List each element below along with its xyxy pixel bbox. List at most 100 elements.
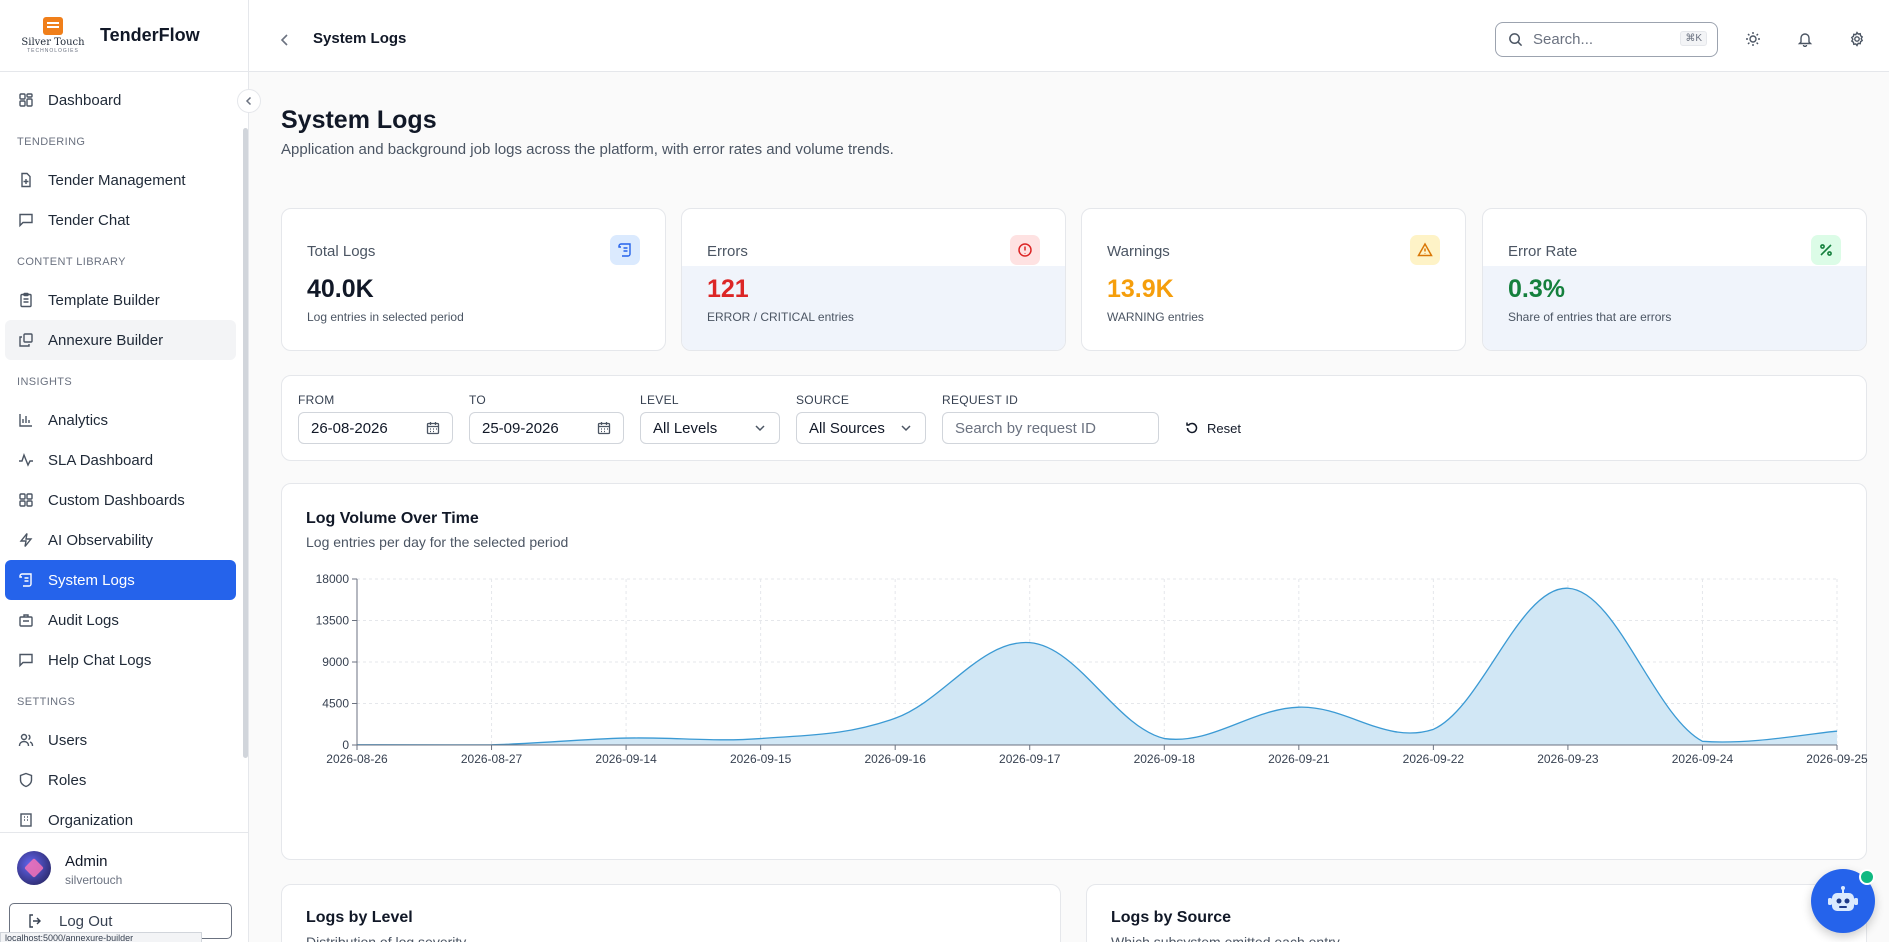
level-select[interactable]: All Levels bbox=[640, 412, 780, 444]
sidebar-item-label: Tender Chat bbox=[48, 211, 130, 229]
stat-label: Errors bbox=[707, 243, 748, 260]
sidebar-item-dashboard[interactable]: Dashboard bbox=[5, 80, 236, 120]
logs-by-level-card: Logs by Level Distribution of log severi… bbox=[281, 884, 1061, 942]
sidebar-item-ai-observability[interactable]: AI Observability bbox=[5, 520, 236, 560]
request-id-input[interactable]: Search by request ID bbox=[942, 412, 1159, 444]
app-name: TenderFlow bbox=[100, 25, 200, 45]
logo-subtext: TECHNOLOGIES bbox=[27, 48, 79, 54]
sidebar-item-system-logs[interactable]: System Logs bbox=[5, 560, 236, 600]
sidebar-item-annexure-builder[interactable]: Annexure Builder bbox=[5, 320, 236, 360]
collapse-sidebar-button[interactable] bbox=[237, 89, 261, 113]
stat-value: 0.3% bbox=[1508, 275, 1565, 303]
briefcase-icon bbox=[19, 614, 33, 627]
stat-card-warnings: Warnings 13.9K WARNING entries bbox=[1081, 208, 1466, 351]
sidebar-item-label: Template Builder bbox=[48, 291, 160, 309]
search-input[interactable]: Search... ⌘K bbox=[1495, 22, 1718, 57]
stat-card-errors: Errors 121 ERROR / CRITICAL entries bbox=[681, 208, 1066, 351]
source-label: SOURCE bbox=[796, 393, 850, 407]
y-tick-label: 9000 bbox=[322, 655, 349, 669]
sidebar-item-analytics[interactable]: Analytics bbox=[5, 400, 236, 440]
bell-icon[interactable] bbox=[1797, 31, 1813, 47]
scroll-icon bbox=[618, 243, 631, 257]
chevron-left-icon[interactable] bbox=[278, 33, 292, 47]
sidebar: Silver Touch TECHNOLOGIES TenderFlow Das… bbox=[0, 0, 249, 942]
logo-mark-icon bbox=[43, 17, 63, 35]
avatar[interactable] bbox=[17, 851, 51, 885]
company-logo: Silver Touch TECHNOLOGIES bbox=[18, 16, 88, 56]
breadcrumb: System Logs bbox=[313, 30, 407, 47]
section-content-library: CONTENT LIBRARY bbox=[17, 256, 126, 268]
sidebar-scrollbar[interactable] bbox=[243, 128, 248, 758]
sidebar-item-label: Audit Logs bbox=[48, 611, 119, 629]
y-tick-label: 4500 bbox=[322, 697, 349, 711]
x-tick-label: 2026-09-23 bbox=[1537, 752, 1599, 766]
sidebar-item-label: Custom Dashboards bbox=[48, 491, 185, 509]
log-volume-chart: 0 4500 9000 13500 18000 2026-08-26 2026-08-27 2… bbox=[316, 572, 1868, 766]
to-date-input[interactable]: 25-09-2026 bbox=[469, 412, 624, 444]
stat-value: 13.9K bbox=[1107, 275, 1174, 303]
from-date-input[interactable]: 26-08-2026 bbox=[298, 412, 453, 444]
sidebar-item-sla-dashboard[interactable]: SLA Dashboard bbox=[5, 440, 236, 480]
sidebar-item-organization[interactable]: Organization bbox=[5, 800, 236, 832]
stat-label: Error Rate bbox=[1508, 243, 1578, 260]
x-tick-label: 2026-09-18 bbox=[1134, 752, 1196, 766]
area-fill bbox=[357, 588, 1837, 745]
search-placeholder: Search... bbox=[1533, 31, 1594, 48]
logout-label: Log Out bbox=[59, 912, 113, 930]
sidebar-item-tender-chat[interactable]: Tender Chat bbox=[5, 200, 236, 240]
stat-value: 40.0K bbox=[307, 275, 374, 303]
brand[interactable]: Silver Touch TECHNOLOGIES TenderFlow bbox=[0, 0, 248, 72]
sidebar-item-help-chat-logs[interactable]: Help Chat Logs bbox=[5, 640, 236, 680]
sidebar-item-label: Help Chat Logs bbox=[48, 651, 152, 669]
topbar: System Logs Search... ⌘K bbox=[249, 0, 1889, 72]
level-label: LEVEL bbox=[640, 393, 679, 407]
stat-description: Log entries in selected period bbox=[307, 310, 464, 324]
file-plus-icon bbox=[21, 172, 31, 188]
chevron-down-icon bbox=[755, 425, 765, 432]
x-tick-label: 2026-08-27 bbox=[461, 752, 523, 766]
user-org: silvertouch bbox=[65, 873, 123, 887]
x-tick-label: 2026-09-14 bbox=[595, 752, 657, 766]
sidebar-item-custom-dashboards[interactable]: Custom Dashboards bbox=[5, 480, 236, 520]
y-tick-label: 18000 bbox=[316, 572, 350, 586]
sidebar-item-roles[interactable]: Roles bbox=[5, 760, 236, 800]
sun-icon[interactable] bbox=[1745, 31, 1761, 47]
log-volume-chart-card: Log Volume Over Time Log entries per day… bbox=[281, 483, 1868, 860]
from-label: FROM bbox=[298, 393, 335, 407]
rotate-ccw-icon bbox=[1186, 422, 1198, 434]
source-select[interactable]: All Sources bbox=[796, 412, 926, 444]
x-tick-label: 2026-09-25 bbox=[1806, 752, 1868, 766]
message-square-icon bbox=[19, 653, 33, 668]
stat-card-error-rate: Error Rate 0.3% Share of entries that ar… bbox=[1482, 208, 1867, 351]
percent-icon bbox=[1820, 244, 1832, 256]
y-tick-label: 0 bbox=[342, 738, 349, 752]
from-date-value: 26-08-2026 bbox=[311, 419, 388, 437]
robot-icon bbox=[1828, 886, 1858, 911]
x-tick-label: 2026-09-17 bbox=[999, 752, 1061, 766]
level-select-value: All Levels bbox=[653, 419, 718, 437]
log-out-icon bbox=[29, 914, 41, 928]
sidebar-item-users[interactable]: Users bbox=[5, 720, 236, 760]
stat-badge bbox=[1410, 235, 1440, 265]
sidebar-item-label: Dashboard bbox=[48, 91, 122, 109]
sidebar-item-template-builder[interactable]: Template Builder bbox=[5, 280, 236, 320]
sidebar-item-label: Tender Management bbox=[48, 171, 186, 189]
gear-icon[interactable] bbox=[1849, 31, 1865, 47]
stat-badge bbox=[1010, 235, 1040, 265]
card-subtitle: Distribution of log severity bbox=[306, 934, 467, 942]
x-tick-label: 2026-09-21 bbox=[1268, 752, 1330, 766]
message-square-icon bbox=[19, 213, 33, 228]
sidebar-nav: Dashboard TENDERING Tender Management Te… bbox=[0, 72, 241, 832]
activity-icon bbox=[19, 452, 33, 467]
alert-triangle-icon bbox=[1417, 242, 1433, 257]
chevron-down-icon bbox=[901, 425, 911, 432]
chat-assistant-button[interactable] bbox=[1811, 869, 1875, 933]
sidebar-item-audit-logs[interactable]: Audit Logs bbox=[5, 600, 236, 640]
zap-icon bbox=[19, 533, 33, 547]
search-shortcut: ⌘K bbox=[1680, 31, 1707, 46]
x-tick-label: 2026-09-24 bbox=[1672, 752, 1734, 766]
sidebar-item-tender-management[interactable]: Tender Management bbox=[5, 160, 236, 200]
reset-button[interactable]: Reset bbox=[1185, 416, 1241, 440]
sidebar-item-label: Organization bbox=[48, 811, 134, 829]
building-icon bbox=[20, 813, 32, 827]
